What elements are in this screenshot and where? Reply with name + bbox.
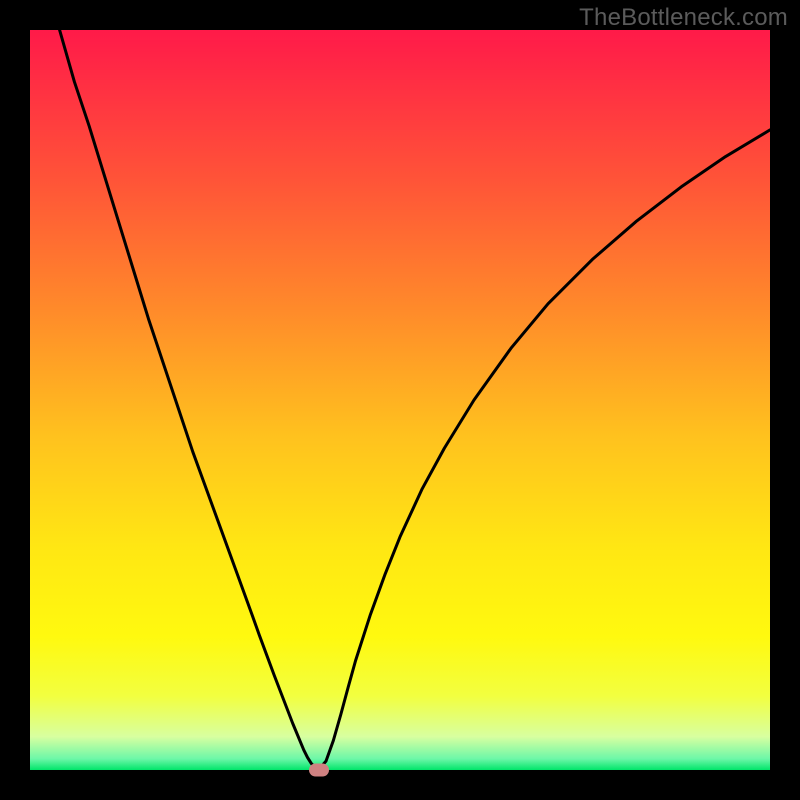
chart-stage: TheBottleneck.com (0, 0, 800, 800)
optimal-point-marker (309, 764, 329, 777)
bottleneck-chart (0, 0, 800, 800)
attribution-label: TheBottleneck.com (579, 4, 788, 32)
gradient-background (30, 30, 770, 770)
